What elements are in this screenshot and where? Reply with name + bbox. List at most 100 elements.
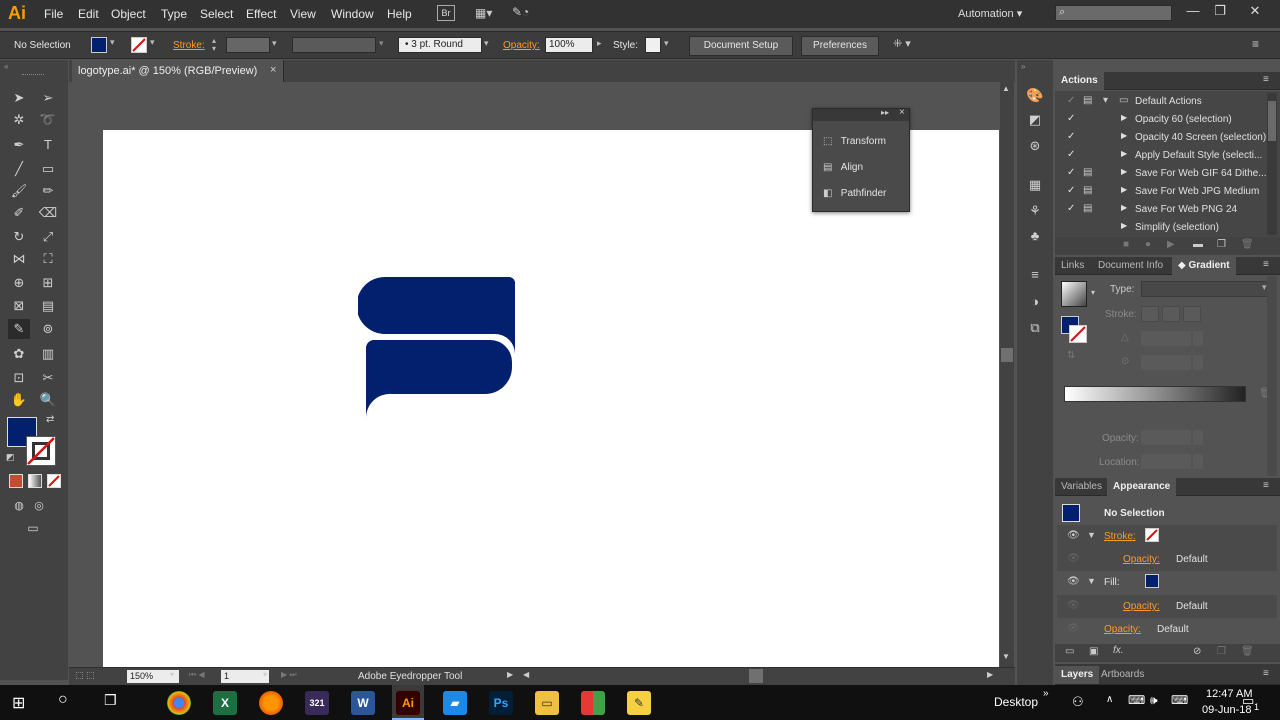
appearance-object-opacity-row[interactable]: 👁 Opacity: Default (1057, 618, 1277, 641)
magic-wand-tool-icon[interactable]: ✲ (8, 110, 30, 130)
free-transform-tool-icon[interactable]: ⛶ (37, 249, 59, 269)
actions-scrollbar[interactable] (1267, 93, 1277, 235)
artboard-dropdown-icon[interactable]: ▾ (263, 670, 267, 679)
width-tool-icon[interactable]: ⋈ (8, 249, 30, 269)
menu-type[interactable]: Type (161, 7, 187, 21)
gradient-preview-swatch[interactable] (1061, 281, 1087, 307)
location-dropdown[interactable] (1193, 454, 1203, 469)
stroke-panel-icon[interactable]: ≡ (1024, 265, 1046, 285)
location-input[interactable] (1141, 454, 1191, 469)
mesh-tool-icon[interactable]: ⊠ (8, 296, 30, 316)
swap-colors-icon[interactable]: ⇄ (46, 414, 54, 425)
scroll-left-icon[interactable]: ◀ (523, 670, 529, 679)
perspective-grid-tool-icon[interactable]: ⊞ (37, 273, 59, 293)
layers-menu-icon[interactable]: ≡ (1263, 668, 1269, 679)
hand-tool-icon[interactable]: ✋ (8, 390, 30, 410)
action-row[interactable]: ✓ ▤ ▶ Save For Web JPG Medium (1059, 183, 1267, 201)
clear-appearance-icon[interactable]: ⊘ (1193, 646, 1201, 657)
first-artboard-icon[interactable]: ⏮ ◀ (189, 670, 205, 680)
stroke-across-icon[interactable] (1183, 306, 1201, 322)
illustrator-taskbar-button[interactable]: Ai (392, 685, 424, 720)
action-row[interactable]: ✓ ▶ Opacity 40 Screen (selection) (1059, 129, 1267, 147)
menu-window[interactable]: Window (331, 7, 374, 21)
bridge-button[interactable]: Br (437, 5, 455, 21)
scroll-down-icon[interactable]: ▼ (1002, 652, 1010, 661)
cortana-icon[interactable]: ○ (58, 691, 68, 709)
menu-object[interactable]: Object (111, 7, 146, 21)
appearance-stroke-opacity-row[interactable]: 👁 Opacity: Default (1057, 548, 1277, 571)
last-artboard-icon[interactable]: ▶ ⏭ (281, 670, 297, 680)
color-guide-icon[interactable]: 🎨 (1024, 85, 1046, 105)
scroll-thumb[interactable] (1001, 348, 1013, 362)
pencil-tool-icon[interactable]: ✏ (37, 181, 59, 201)
chrome-icon[interactable] (167, 691, 191, 715)
zoom-tool-icon[interactable]: 🔍 (37, 390, 59, 410)
opacity-arrow-icon[interactable]: ▸ (597, 38, 602, 49)
opacity-label[interactable]: Opacity: (503, 40, 540, 51)
new-action-icon[interactable]: ❐ (1217, 239, 1226, 250)
brush-dropdown-icon[interactable]: ▾ (484, 38, 489, 49)
shape-builder-tool-icon[interactable]: ⊕ (8, 273, 30, 293)
profile-dropdown-icon[interactable]: ▾ (379, 38, 384, 49)
appearance-fill-swatch[interactable] (1145, 574, 1159, 588)
new-set-icon[interactable]: ▬ (1193, 239, 1203, 250)
desktop-toolbar-label[interactable]: Desktop (994, 695, 1038, 709)
pen-tool-icon[interactable]: ✒ (8, 135, 30, 155)
excel-icon[interactable]: X (213, 691, 237, 715)
stroke-weight-input[interactable] (226, 37, 270, 53)
eye-icon[interactable]: 👁 (1067, 576, 1080, 587)
record-icon[interactable]: ● (1145, 239, 1151, 250)
draw-normal-icon[interactable]: ◍ (8, 496, 30, 516)
stroke-swatch[interactable] (131, 37, 147, 53)
eye-icon[interactable]: 👁 (1067, 530, 1080, 541)
action-row[interactable]: ✓ ▶ Apply Default Style (selecti... (1059, 147, 1267, 165)
tab-document-info[interactable]: Document Info (1092, 257, 1169, 275)
action-row[interactable]: ✓ ▤ ▶ Save For Web PNG 24 (1059, 201, 1267, 219)
tab-variables[interactable]: Variables (1055, 478, 1108, 496)
app-icon-2[interactable] (581, 691, 605, 715)
tab-gradient[interactable]: ◆ Gradient (1172, 257, 1236, 275)
close-button[interactable]: ✕ (1243, 3, 1267, 23)
column-graph-tool-icon[interactable]: ▥ (37, 344, 59, 364)
tab-appearance[interactable]: Appearance (1107, 478, 1177, 496)
appearance-menu-icon[interactable]: ≡ (1263, 480, 1269, 491)
floating-panel-header[interactable]: ▸▸ × (813, 107, 909, 121)
stroke-label[interactable]: Stroke: (173, 40, 205, 51)
search-input[interactable]: ⌕ (1055, 5, 1172, 21)
transform-panel-button[interactable]: ⬚ Transform (823, 136, 886, 154)
arrange-icon[interactable]: ⁜ ▾ (893, 37, 911, 50)
network-icon[interactable]: ⌨ (1128, 693, 1145, 707)
type-tool-icon[interactable]: T (37, 135, 59, 155)
tab-actions[interactable]: Actions (1055, 72, 1104, 90)
line-tool-icon[interactable]: ╱ (8, 159, 30, 179)
media-player-icon[interactable]: 321 (305, 691, 329, 715)
keyboard-icon[interactable]: ⌨ (1171, 693, 1188, 707)
none-mode-icon[interactable] (47, 474, 61, 488)
brushes-icon[interactable]: ⚘ (1024, 201, 1046, 221)
add-stroke-icon[interactable]: ▭ (1065, 646, 1074, 657)
gradient-menu-icon[interactable]: ≡ (1263, 259, 1269, 270)
appearance-fill-opacity-row[interactable]: 👁 Opacity: Default (1057, 595, 1277, 618)
stroke-weight-dropdown-icon[interactable]: ▾ (272, 38, 277, 49)
artboard-tool-icon[interactable]: ⊡ (8, 368, 30, 388)
dialog-toggle-icon[interactable]: ▤ (1083, 185, 1092, 196)
vertical-scrollbar[interactable]: ▲ ▼ (1000, 82, 1014, 667)
status-arrow-icon[interactable]: ▶ (507, 670, 513, 679)
selection-tool-icon[interactable]: ➤ (8, 88, 30, 108)
shaper-tool-icon[interactable]: ✐ (8, 203, 30, 223)
default-colors-icon[interactable]: ◩ (6, 452, 15, 463)
action-set-row[interactable]: ✓ ▤ ▾ ▭ Default Actions (1059, 93, 1267, 111)
restore-button[interactable]: ❐ (1208, 3, 1232, 23)
stroke-within-icon[interactable] (1141, 306, 1159, 322)
swatches-icon[interactable]: ▦ (1024, 175, 1046, 195)
gradient-type-select[interactable]: ▾ (1141, 281, 1273, 297)
delete-item-icon[interactable]: 🗑 (1241, 646, 1254, 657)
workspace-switcher[interactable]: Automation ▾ (958, 7, 1022, 20)
check-icon[interactable]: ✓ (1067, 95, 1075, 106)
check-icon[interactable]: ✓ (1067, 185, 1075, 196)
word-icon[interactable]: W (351, 691, 375, 715)
object-opacity-label[interactable]: Opacity: (1104, 624, 1141, 635)
add-fill-icon[interactable]: ▣ (1089, 646, 1098, 657)
check-icon[interactable]: ✓ (1067, 113, 1075, 124)
disclosure-right-icon[interactable]: ▶ (1121, 131, 1127, 140)
